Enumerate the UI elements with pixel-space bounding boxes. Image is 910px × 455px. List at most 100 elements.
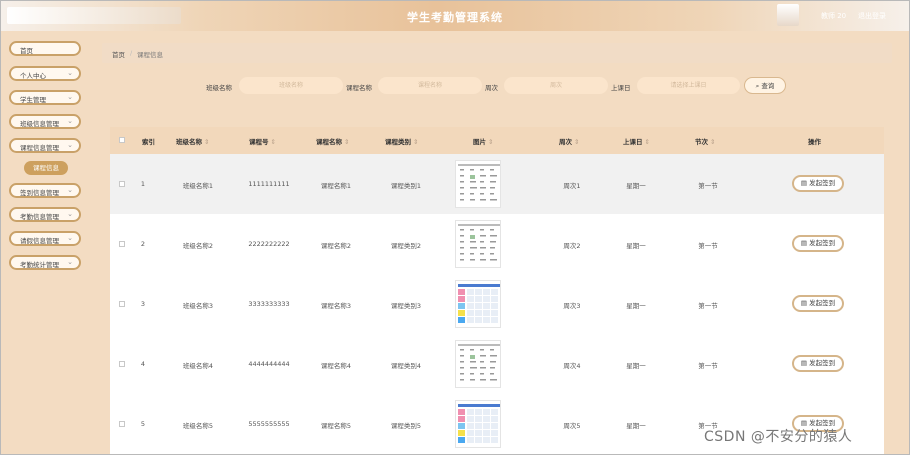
row-checkbox[interactable] <box>119 301 125 307</box>
sort-icon: ⇕ <box>710 138 716 146</box>
sidebar-item-label: 个人中心 <box>20 72 46 80</box>
start-signin-button[interactable]: ▤ 发起签到 <box>792 295 844 312</box>
start-signin-button[interactable]: ▤ 发起签到 <box>792 175 844 192</box>
breadcrumb-home[interactable]: 首页 <box>112 49 125 59</box>
sidebar-item-leave[interactable]: 请假信息管理 ⌄ <box>9 231 81 246</box>
sort-icon: ⇕ <box>204 138 210 146</box>
chevron-down-icon: ⌄ <box>67 117 73 125</box>
cell-week: 周次1 <box>563 182 581 190</box>
sidebar-item-label: 课程信息管理 <box>20 144 59 152</box>
search-icon: ⌕ <box>755 82 760 90</box>
class-name-input[interactable]: 班级名称 <box>239 77 343 94</box>
sidebar-item-label: 班级信息管理 <box>20 120 59 128</box>
select-all-checkbox[interactable] <box>119 137 125 143</box>
cell-day: 星期一 <box>626 422 646 430</box>
cell-day: 星期一 <box>626 182 646 190</box>
cell-day: 星期一 <box>626 242 646 250</box>
cell-course-no: 1111111111 <box>248 180 290 188</box>
header-course-name[interactable]: 课程名称 ⇕ <box>316 136 349 146</box>
table-header: 索引 班级名称 ⇕ 课程号 ⇕ 课程名称 ⇕ 课程类别 ⇕ 图片 ⇕ 周次 ⇕ 上课日 ⇕ 节… <box>110 127 884 154</box>
course-thumbnail[interactable] <box>455 220 501 268</box>
cell-index: 2 <box>140 240 146 248</box>
cell-index: 1 <box>140 180 146 188</box>
cell-section: 第一节 <box>698 302 718 310</box>
cell-course-name: 课程名称1 <box>320 182 352 190</box>
app-window: 学生考勤管理系统 教师 20 退出登录 首页 个人中心 ⌄ 学生管理 ⌄ 班级信… <box>0 0 910 455</box>
header-week[interactable]: 周次 ⇕ <box>559 136 579 146</box>
cell-course-type: 课程类别1 <box>390 182 422 190</box>
cell-class-name: 班级名称5 <box>182 422 214 430</box>
week-label: 周次 <box>485 84 498 92</box>
start-signin-label: 发起签到 <box>809 179 836 187</box>
chevron-down-icon: ⌄ <box>67 234 73 242</box>
week-input[interactable]: 周次 <box>504 77 608 94</box>
row-checkbox[interactable] <box>119 181 125 187</box>
header-index: 索引 <box>142 138 155 146</box>
logout-link[interactable]: 退出登录 <box>858 11 886 21</box>
start-signin-label: 发起签到 <box>809 299 836 307</box>
start-signin-button[interactable]: ▤ 发起签到 <box>792 235 844 252</box>
row-checkbox[interactable] <box>119 241 125 247</box>
sidebar-item-home[interactable]: 首页 <box>9 41 81 56</box>
sidebar: 首页 个人中心 ⌄ 学生管理 ⌄ 班级信息管理 ⌄ 课程信息管理 ⌄ 课程信息 … <box>1 31 93 454</box>
sidebar-item-students[interactable]: 学生管理 ⌄ <box>9 90 81 105</box>
sidebar-item-attendance[interactable]: 考勤信息管理 ⌄ <box>9 207 81 222</box>
sidebar-subitem-course-info[interactable]: 课程信息 <box>24 161 68 175</box>
header-image[interactable]: 图片 ⇕ <box>473 136 493 146</box>
cell-course-no: 2222222222 <box>248 240 290 248</box>
cell-week: 周次2 <box>563 242 581 250</box>
cell-index: 5 <box>140 420 146 428</box>
sidebar-item-courses[interactable]: 课程信息管理 ⌄ <box>9 138 81 153</box>
start-signin-label: 发起签到 <box>809 239 836 247</box>
document-icon: ▤ <box>800 359 810 367</box>
cell-week: 周次5 <box>563 422 581 430</box>
cell-index: 3 <box>140 300 146 308</box>
main-content: 首页 / 课程信息 班级名称 班级名称 课程名称 课程名称 周次 周次 上课日 … <box>94 37 894 454</box>
row-checkbox[interactable] <box>119 421 125 427</box>
sidebar-item-classes[interactable]: 班级信息管理 ⌄ <box>9 114 81 129</box>
course-thumbnail[interactable] <box>455 280 501 328</box>
cell-course-name: 课程名称4 <box>320 362 352 370</box>
start-signin-button[interactable]: ▤ 发起签到 <box>792 355 844 372</box>
sort-icon: ⇕ <box>344 138 350 146</box>
cell-course-no: 4444444444 <box>248 360 290 368</box>
sidebar-item-profile[interactable]: 个人中心 ⌄ <box>9 66 81 81</box>
sidebar-item-signin[interactable]: 签到信息管理 ⌄ <box>9 183 81 198</box>
sort-icon: ⇕ <box>644 138 650 146</box>
chevron-down-icon: ⌄ <box>67 258 73 266</box>
cell-course-no: 3333333333 <box>248 300 290 308</box>
cell-class-name: 班级名称3 <box>182 302 214 310</box>
course-thumbnail[interactable] <box>455 340 501 388</box>
cell-week: 周次4 <box>563 362 581 370</box>
row-checkbox[interactable] <box>119 361 125 367</box>
chevron-down-icon: ⌄ <box>67 141 73 149</box>
sidebar-item-label: 签到信息管理 <box>20 189 59 197</box>
header-section[interactable]: 节次 ⇕ <box>695 136 715 146</box>
sidebar-item-label: 考勤统计管理 <box>20 261 59 269</box>
user-label: 教师 20 <box>821 12 847 20</box>
cell-class-name: 班级名称4 <box>182 362 214 370</box>
document-icon: ▤ <box>800 179 810 187</box>
course-name-label: 课程名称 <box>346 84 372 92</box>
top-bar: 学生考勤管理系统 教师 20 退出登录 <box>1 1 909 31</box>
day-select[interactable]: 请选择上课日 <box>637 77 740 94</box>
document-icon: ▤ <box>800 299 810 307</box>
header-day[interactable]: 上课日 ⇕ <box>623 136 650 146</box>
header-course-no[interactable]: 课程号 ⇕ <box>249 136 276 146</box>
course-thumbnail[interactable] <box>455 160 501 208</box>
watermark: CSDN @不安分的猿人 <box>704 429 853 445</box>
day-label: 上课日 <box>611 84 631 92</box>
table-row: 4 班级名称4 4444444444 课程名称4 课程类别4 周次4 星期一 第一节 ▤ 发起签… <box>110 334 884 395</box>
cell-section: 第一节 <box>698 362 718 370</box>
sidebar-item-stats[interactable]: 考勤统计管理 ⌄ <box>9 255 81 270</box>
header-class-name[interactable]: 班级名称 ⇕ <box>176 136 209 146</box>
sort-icon: ⇕ <box>413 138 419 146</box>
avatar[interactable] <box>777 4 799 26</box>
search-button[interactable]: ⌕ 查询 <box>744 77 786 94</box>
course-name-input[interactable]: 课程名称 <box>378 77 482 94</box>
table-row: 2 班级名称2 2222222222 课程名称2 课程类别2 周次2 星期一 第一节 ▤ 发起签… <box>110 214 884 275</box>
header-course-type[interactable]: 课程类别 ⇕ <box>385 136 418 146</box>
course-thumbnail[interactable] <box>455 400 501 448</box>
sidebar-item-label: 考勤信息管理 <box>20 213 59 221</box>
breadcrumb-current: 课程信息 <box>137 51 163 59</box>
